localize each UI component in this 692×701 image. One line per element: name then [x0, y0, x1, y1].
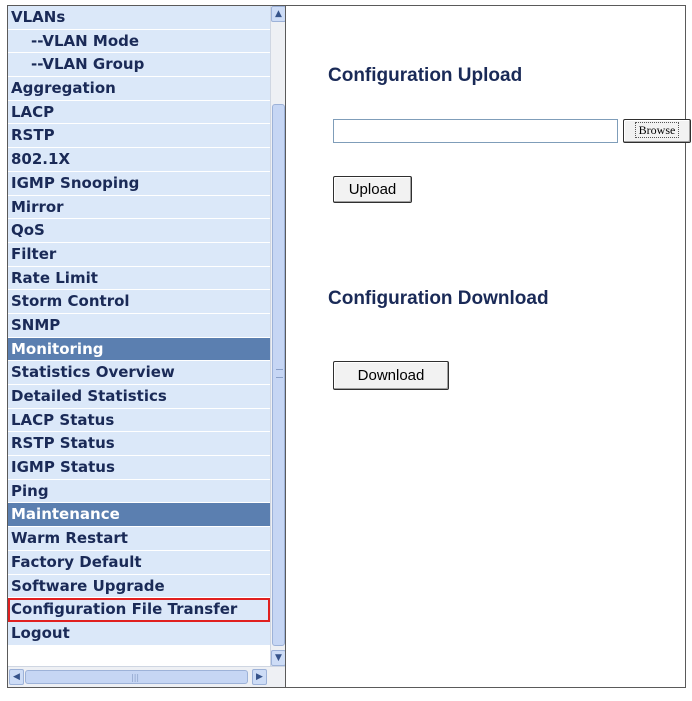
upload-button[interactable]: Upload [333, 176, 412, 203]
sidebar: VLANs --VLAN Mode --VLAN Group Aggregation L… [8, 6, 286, 687]
sidebar-item-factory-default[interactable]: Factory Default [8, 550, 270, 575]
sidebar-item-lacp[interactable]: LACP [8, 100, 270, 125]
sidebar-item-vlan-group[interactable]: --VLAN Group [8, 53, 270, 78]
sidebar-header-maintenance: Maintenance [8, 503, 270, 528]
browser-frame: VLANs --VLAN Mode --VLAN Group Aggregation L… [7, 5, 691, 688]
sidebar-item-software-upgrade[interactable]: Software Upgrade [8, 574, 270, 599]
sidebar-item-storm-control[interactable]: Storm Control [8, 290, 270, 314]
grip-icon [276, 369, 283, 378]
sidebar-item-aggregation[interactable]: Aggregation [8, 77, 270, 101]
browse-button[interactable]: Browse [623, 119, 691, 143]
sidebar-menu: VLANs --VLAN Mode --VLAN Group Aggregation L… [8, 6, 270, 646]
sidebar-item-logout[interactable]: Logout [8, 621, 270, 646]
arrow-down-icon[interactable]: ▼ [271, 650, 285, 666]
sidebar-item-statistics-overview[interactable]: Statistics Overview [8, 361, 270, 385]
arrow-up-icon[interactable]: ▲ [271, 6, 285, 22]
sidebar-item-igmp-snooping[interactable]: IGMP Snooping [8, 171, 270, 196]
sidebar-item-rate-limit[interactable]: Rate Limit [8, 266, 270, 291]
sidebar-item-snmp[interactable]: SNMP [8, 313, 270, 338]
arrow-left-icon[interactable]: ◀ [9, 669, 24, 685]
upload-title: Configuration Upload [328, 65, 523, 86]
sidebar-item-detailed-statistics[interactable]: Detailed Statistics [8, 385, 270, 409]
scrollbar-thumb[interactable] [272, 104, 285, 646]
horizontal-scrollbar[interactable]: ◀ ||| ▶ [8, 666, 285, 687]
sidebar-item-qos[interactable]: QoS [8, 219, 270, 243]
sidebar-item-rstp[interactable]: RSTP [8, 124, 270, 149]
horizontal-scrollbar-thumb[interactable]: ||| [25, 670, 248, 684]
grip-icon: ||| [131, 673, 140, 682]
file-path-input[interactable] [333, 119, 618, 143]
sidebar-item-vlans[interactable]: VLANs [8, 6, 270, 30]
download-button[interactable]: Download [333, 361, 449, 390]
sidebar-item-filter[interactable]: Filter [8, 242, 270, 267]
sidebar-item-mirror[interactable]: Mirror [8, 195, 270, 220]
main-content: Configuration Upload Browse Upload Confi… [286, 6, 691, 687]
sidebar-item-rstp-status[interactable]: RSTP Status [8, 432, 270, 457]
sidebar-item-warm-restart[interactable]: Warm Restart [8, 527, 270, 551]
sidebar-item-vlan-mode[interactable]: --VLAN Mode [8, 29, 270, 54]
sidebar-item-ping[interactable]: Ping [8, 479, 270, 504]
vertical-scrollbar[interactable]: ▲ ▼ [270, 6, 285, 666]
browse-button-label: Browse [634, 122, 680, 138]
sidebar-header-monitoring: Monitoring [8, 337, 270, 362]
sidebar-item-configuration-file-transfer[interactable]: Configuration File Transfer [8, 598, 270, 622]
download-title: Configuration Download [328, 288, 549, 309]
sidebar-item-lacp-status[interactable]: LACP Status [8, 408, 270, 433]
arrow-right-icon[interactable]: ▶ [252, 669, 267, 685]
sidebar-item-802-1x[interactable]: 802.1X [8, 148, 270, 172]
sidebar-item-igmp-status[interactable]: IGMP Status [8, 456, 270, 480]
